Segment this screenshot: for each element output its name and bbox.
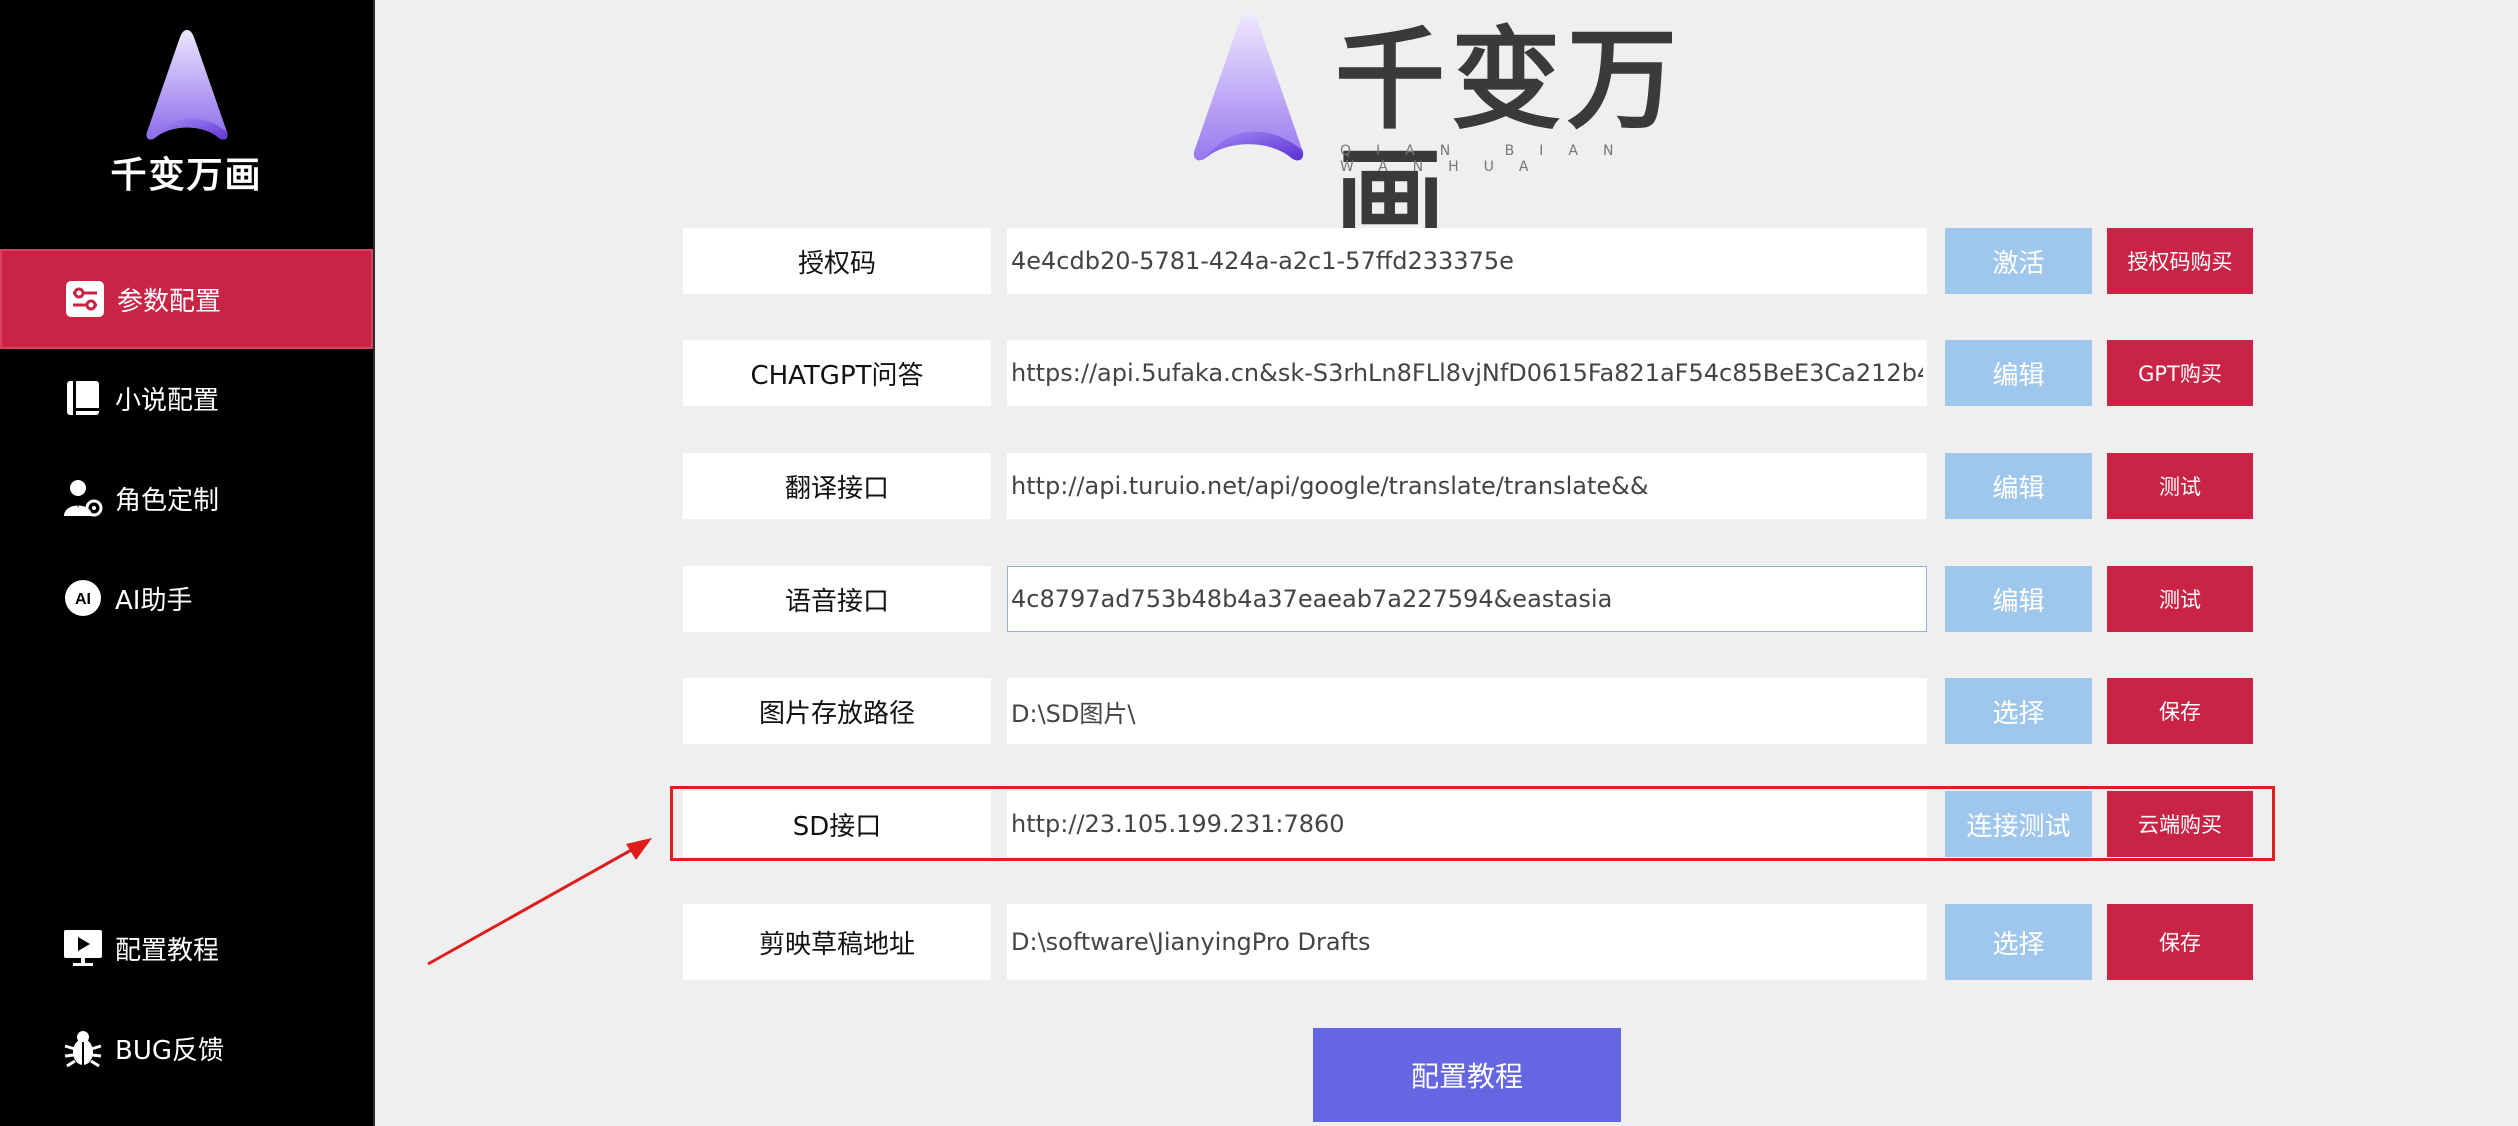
sidebar-logo: 千变万画 <box>0 28 373 198</box>
nav-item-ai-assistant[interactable]: AI AI助手 <box>0 548 373 648</box>
user-gear-icon <box>63 478 103 518</box>
brand-logo-icon <box>1193 12 1304 161</box>
choose-jianying-path-button[interactable]: 选择 <box>1945 904 2092 980</box>
logo-icon <box>146 30 228 140</box>
svg-text:AI: AI <box>75 591 91 608</box>
sidebar: 千变万画 参数配置 小说配置 角色定制 AI AI助手 配置教程 BUG反馈 <box>0 0 375 1126</box>
bug-icon <box>63 1028 103 1068</box>
row-label: 剪映草稿地址 <box>683 904 991 980</box>
chatgpt-input[interactable] <box>1007 340 1927 406</box>
row-label: 图片存放路径 <box>683 678 991 744</box>
row-image-path: 图片存放路径 选择 保存 <box>683 678 2253 744</box>
brand-header: 千变万画 QIAN BIAN WANHUA <box>1180 10 1760 260</box>
buy-license-button[interactable]: 授权码购买 <box>2107 228 2253 294</box>
nav-item-params[interactable]: 参数配置 <box>0 249 373 349</box>
test-translate-button[interactable]: 测试 <box>2107 453 2253 519</box>
brand-title: 千变万画 <box>1335 16 1683 264</box>
license-code-input[interactable] <box>1007 228 1927 294</box>
book-icon <box>63 378 103 418</box>
voice-api-input[interactable] <box>1007 566 1927 632</box>
row-label: CHATGPT问答 <box>683 340 991 406</box>
jianying-path-input[interactable] <box>1007 904 1927 980</box>
save-jianying-path-button[interactable]: 保存 <box>2107 904 2253 980</box>
row-voice: 语音接口 编辑 测试 <box>683 566 2253 632</box>
video-play-icon <box>63 928 103 968</box>
nav-label: AI助手 <box>115 585 193 616</box>
nav-item-novel[interactable]: 小说配置 <box>0 348 373 448</box>
row-label: 授权码 <box>683 228 991 294</box>
row-license-code: 授权码 激活 授权码购买 <box>683 228 2253 294</box>
red-arrow-annotation <box>427 838 652 966</box>
edit-chatgpt-button[interactable]: 编辑 <box>1945 340 2092 406</box>
nav-label: 角色定制 <box>115 485 220 516</box>
nav-label: 配置教程 <box>115 935 220 966</box>
image-path-input[interactable] <box>1007 678 1927 744</box>
nav-item-tutorial[interactable]: 配置教程 <box>0 898 373 998</box>
translate-api-input[interactable] <box>1007 453 1927 519</box>
ai-badge-icon: AI <box>63 578 103 618</box>
edit-voice-button[interactable]: 编辑 <box>1945 566 2092 632</box>
activate-button[interactable]: 激活 <box>1945 228 2092 294</box>
edit-translate-button[interactable]: 编辑 <box>1945 453 2092 519</box>
save-image-path-button[interactable]: 保存 <box>2107 678 2253 744</box>
sidebar-logo-text: 千变万画 <box>110 155 263 196</box>
nav-item-character[interactable]: 角色定制 <box>0 448 373 548</box>
row-label: 语音接口 <box>683 566 991 632</box>
nav-label: BUG反馈 <box>115 1035 225 1066</box>
nav-item-bug-feedback[interactable]: BUG反馈 <box>0 998 373 1098</box>
sliders-icon <box>65 279 105 319</box>
nav-label: 小说配置 <box>115 385 220 416</box>
choose-image-path-button[interactable]: 选择 <box>1945 678 2092 744</box>
nav-label: 参数配置 <box>117 286 222 317</box>
highlight-box <box>670 786 2275 861</box>
test-voice-button[interactable]: 测试 <box>2107 566 2253 632</box>
row-chatgpt: CHATGPT问答 编辑 GPT购买 <box>683 340 2253 406</box>
buy-gpt-button[interactable]: GPT购买 <box>2107 340 2253 406</box>
row-translate: 翻译接口 编辑 测试 <box>683 453 2253 519</box>
config-tutorial-button[interactable]: 配置教程 <box>1313 1028 1621 1122</box>
row-label: 翻译接口 <box>683 453 991 519</box>
brand-subtitle: QIAN BIAN WANHUA <box>1340 143 1639 175</box>
row-jianying-path: 剪映草稿地址 选择 保存 <box>683 904 2253 980</box>
